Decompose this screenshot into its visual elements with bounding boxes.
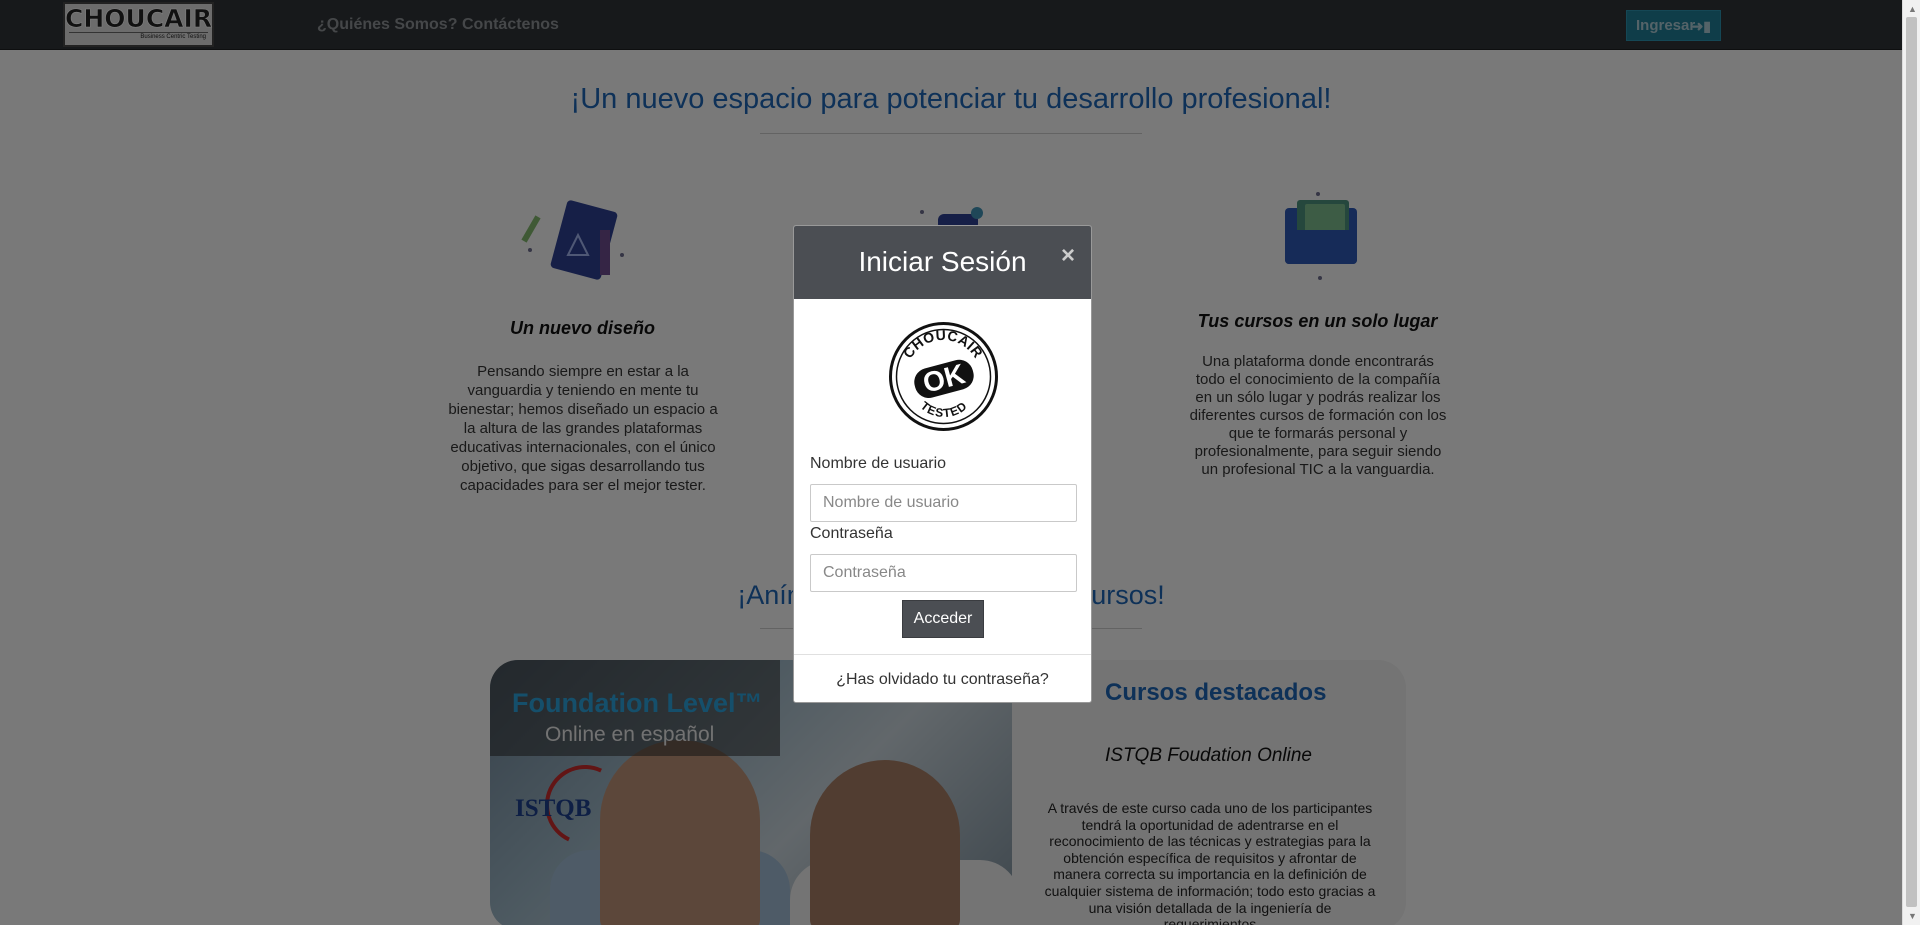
username-input[interactable] [810,484,1077,522]
login-modal: Iniciar Sesión × CHOUCAIR OK TESTED Nomb… [793,225,1092,703]
acceder-button[interactable]: Acceder [902,600,984,638]
scrollbar-thumb[interactable] [1906,17,1917,907]
forgot-password-link[interactable]: ¿Has olvidado tu contraseña? [794,671,1091,689]
modal-title: Iniciar Sesión [858,246,1027,277]
choucair-ok-tested-logo: CHOUCAIR OK TESTED [889,322,998,431]
modal-footer: ¿Has olvidado tu contraseña? [794,654,1091,702]
scroll-down-icon[interactable]: ▼ [1908,911,1917,921]
password-label: Contraseña [810,525,893,542]
close-icon[interactable]: × [1061,244,1075,268]
page-scrollbar[interactable]: ▲ ▼ [1902,0,1920,925]
scroll-up-icon[interactable]: ▲ [1908,4,1917,14]
username-label: Nombre de usuario [810,455,947,472]
password-input[interactable] [810,554,1077,592]
modal-header: Iniciar Sesión × [794,226,1091,299]
